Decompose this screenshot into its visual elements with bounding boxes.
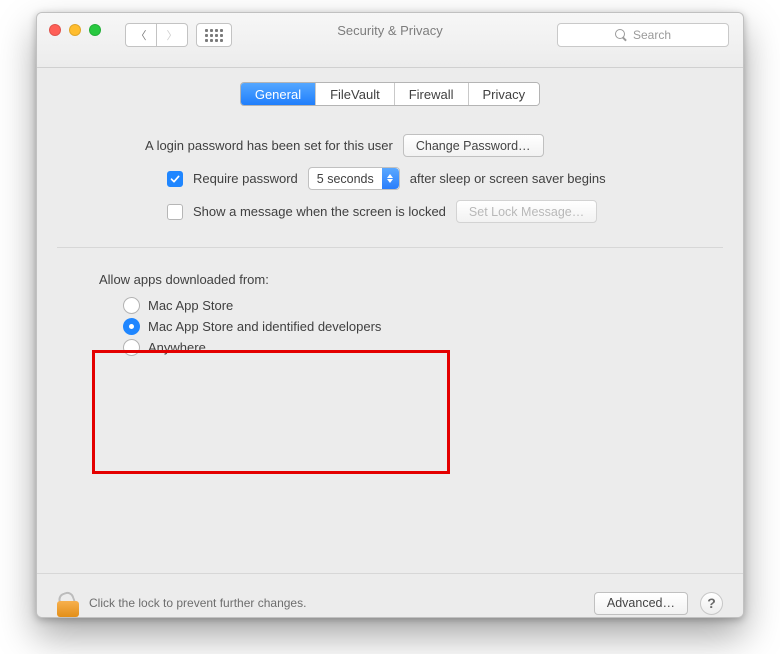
tab-filevault[interactable]: FileVault — [315, 83, 394, 105]
grid-icon — [205, 29, 223, 42]
footer: Click the lock to prevent further change… — [37, 573, 743, 618]
password-delay-select[interactable]: 5 seconds — [308, 167, 400, 190]
preferences-pane: General FileVault Firewall Privacy A log… — [37, 82, 743, 618]
search-icon — [615, 29, 627, 41]
login-password-section: A login password has been set for this u… — [67, 134, 713, 223]
set-lock-message-button: Set Lock Message… — [456, 200, 597, 223]
gatekeeper-section: Allow apps downloaded from: Mac App Stor… — [99, 272, 743, 356]
show-all-button[interactable] — [196, 23, 232, 47]
window-controls — [49, 24, 101, 36]
forward-button[interactable]: 〉 — [157, 23, 188, 47]
help-button[interactable]: ? — [700, 592, 723, 615]
tab-privacy[interactable]: Privacy — [468, 83, 540, 105]
radio-label-anywhere: Anywhere — [148, 340, 206, 355]
titlebar: 〈 〉 Security & Privacy Search — [37, 13, 743, 68]
search-input[interactable]: Search — [557, 23, 729, 47]
after-sleep-label: after sleep or screen saver begins — [410, 171, 606, 186]
section-divider — [57, 247, 723, 248]
preferences-window: 〈 〉 Security & Privacy Search General Fi… — [36, 12, 744, 618]
check-icon — [170, 174, 180, 184]
annotation-highlight — [92, 350, 450, 474]
show-message-checkbox[interactable] — [167, 204, 183, 220]
tab-firewall[interactable]: Firewall — [394, 83, 468, 105]
allow-apps-title: Allow apps downloaded from: — [99, 272, 743, 287]
stepper-arrows-icon — [382, 168, 399, 189]
radio-identified-developers[interactable] — [123, 318, 140, 335]
radio-label-mac-app-store: Mac App Store — [148, 298, 233, 313]
password-set-label: A login password has been set for this u… — [145, 138, 393, 153]
radio-mac-app-store[interactable] — [123, 297, 140, 314]
lock-icon[interactable] — [57, 589, 79, 617]
radio-label-identified-developers: Mac App Store and identified developers — [148, 319, 381, 334]
lock-hint-label: Click the lock to prevent further change… — [89, 596, 306, 610]
back-button[interactable]: 〈 — [125, 23, 157, 47]
advanced-button[interactable]: Advanced… — [594, 592, 688, 615]
tab-general[interactable]: General — [241, 83, 315, 105]
tab-bar: General FileVault Firewall Privacy — [37, 82, 743, 106]
require-password-checkbox[interactable] — [167, 171, 183, 187]
zoom-button[interactable] — [89, 24, 101, 36]
search-placeholder: Search — [633, 28, 671, 42]
minimize-button[interactable] — [69, 24, 81, 36]
radio-anywhere[interactable] — [123, 339, 140, 356]
require-password-label: Require password — [193, 171, 298, 186]
show-message-label: Show a message when the screen is locked — [193, 204, 446, 219]
toolbar-nav: 〈 〉 — [125, 23, 232, 47]
change-password-button[interactable]: Change Password… — [403, 134, 544, 157]
close-button[interactable] — [49, 24, 61, 36]
password-delay-value: 5 seconds — [317, 172, 374, 186]
